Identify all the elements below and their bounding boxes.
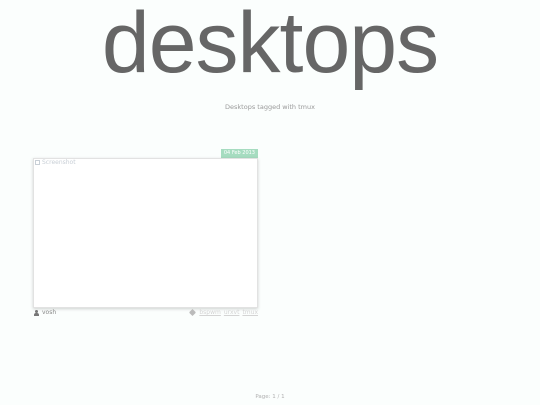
screenshot-image[interactable]: Screenshot (35, 159, 76, 166)
tag-link-bspwm[interactable]: bspwm (199, 309, 221, 316)
tag-link-urxvt[interactable]: urxvt (224, 309, 240, 316)
broken-image-icon (35, 160, 40, 165)
tag-icon (189, 308, 197, 317)
page-subtitle: Desktops tagged with tmux (225, 103, 315, 111)
card-meta: vosh bspwm urxvt tmux (33, 308, 258, 317)
tag-link-tmux[interactable]: tmux (242, 309, 258, 316)
user-info: vosh (34, 309, 56, 316)
screenshot-frame[interactable]: Screenshot (33, 158, 258, 308)
screenshot-alt-text: Screenshot (42, 159, 76, 166)
tag-list: bspwm urxvt tmux (189, 308, 258, 317)
site-title[interactable]: desktops (0, 0, 540, 95)
user-icon (34, 309, 39, 316)
username-link[interactable]: vosh (42, 309, 56, 316)
pagination: Page: 1 / 1 (255, 394, 285, 400)
date-badge: 04 Feb 2013 (220, 149, 258, 158)
